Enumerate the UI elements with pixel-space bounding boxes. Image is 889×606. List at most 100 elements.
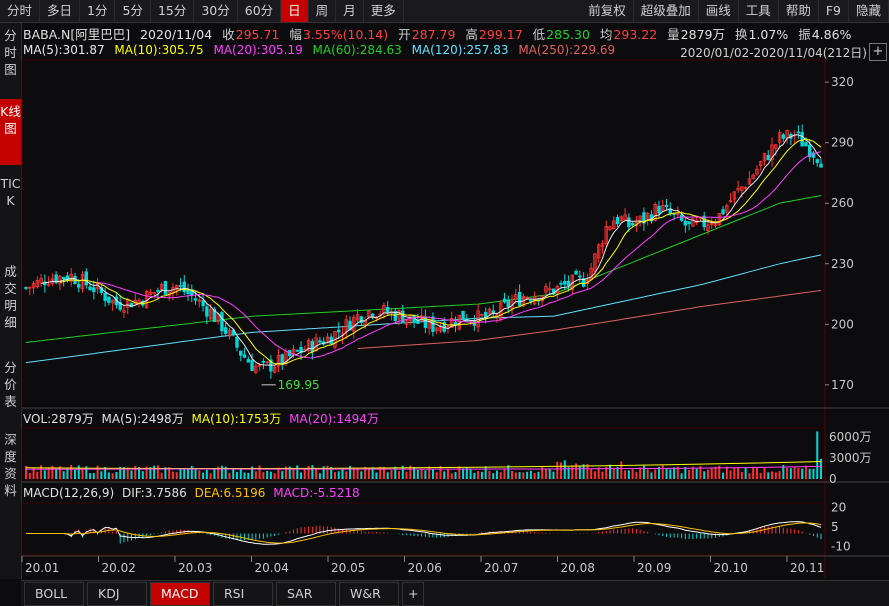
tab-boll[interactable]: BOLL: [24, 581, 84, 606]
volume-bar: [789, 468, 792, 479]
candle-body: [250, 359, 254, 372]
volume-bar: [36, 471, 39, 479]
macd-y-tick-label: 5: [831, 520, 839, 534]
candle-body: [574, 270, 578, 275]
volume-bar: [337, 471, 340, 479]
candle-body: [781, 134, 786, 139]
volume-bar: [443, 471, 446, 479]
volume-bar: [62, 471, 65, 479]
volume-bar: [609, 464, 612, 479]
volume-bar: [673, 467, 676, 479]
tab-kdj[interactable]: KDJ: [87, 581, 147, 606]
candle-body: [563, 281, 567, 285]
volume-bar: [266, 470, 269, 479]
candle-body: [193, 298, 198, 301]
candle-body: [186, 289, 190, 294]
volume-bar: [81, 468, 84, 479]
y-tick-label: 170: [831, 378, 854, 392]
candle-body: [461, 310, 465, 320]
volume-bar: [243, 472, 246, 479]
vol-y-tick-label: 6000万: [829, 430, 872, 444]
x-tick-label: 20.06: [408, 561, 442, 575]
volume-bar: [89, 473, 92, 479]
candle-body: [163, 280, 168, 295]
volume-bar: [492, 473, 495, 479]
volume-bar: [273, 473, 276, 479]
x-tick-label: 20.01: [25, 561, 59, 575]
candle-body: [205, 306, 209, 317]
candle-body: [721, 209, 725, 215]
volume-bar: [695, 468, 698, 479]
vol-ma5-label: MA(5):2498万: [101, 412, 184, 426]
volume-bar: [258, 465, 261, 479]
macd-y-tick-label: -10: [831, 540, 851, 554]
volume-bar: [771, 471, 774, 479]
candle-body: [156, 290, 160, 292]
volume-bar: [801, 468, 804, 479]
volume-bar: [778, 471, 781, 479]
macd-name-label: MACD(12,26,9): [23, 486, 115, 500]
chart-canvas[interactable]: 32029026023020017020.01 20.02 20.03 20.04 20…: [0, 0, 889, 605]
volume-bar: [665, 468, 668, 479]
volume-bar: [812, 468, 815, 479]
candle-body: [566, 280, 571, 287]
candle-body: [664, 204, 669, 207]
volume-bar: [703, 471, 706, 479]
vol-ma10-label: MA(10):1753万: [191, 412, 282, 426]
candle-body: [431, 316, 435, 333]
volume-bar: [40, 465, 43, 479]
volume-bar: [198, 470, 201, 479]
volume-bar: [175, 472, 178, 479]
y-tick-label: 200: [831, 317, 854, 331]
volume-bar: [522, 472, 525, 479]
volume-bar: [450, 473, 453, 479]
tab-sar[interactable]: SAR: [276, 581, 336, 606]
volume-bar: [548, 469, 551, 479]
volume-bar: [612, 468, 615, 479]
candle-body: [627, 217, 631, 228]
volume-bar: [420, 468, 423, 479]
volume-bar: [744, 467, 747, 479]
add-indicator-button[interactable]: +: [402, 581, 425, 606]
volume-bar: [28, 473, 31, 479]
volume-bar: [356, 468, 359, 479]
volume-bar: [725, 466, 728, 479]
volume-bar: [511, 471, 514, 479]
candle-body: [502, 298, 507, 303]
candles-layer: [24, 124, 823, 379]
volume-bar: [804, 465, 807, 479]
macd-dea-label: DEA:6.5196: [194, 486, 266, 500]
candle-body: [220, 312, 224, 332]
macd-panel-border: [21, 502, 826, 556]
candle-body: [24, 287, 28, 289]
volume-header: VOL:2879万 MA(5):2498万 MA(10):1753万 MA(20…: [23, 410, 383, 427]
candle-body: [615, 217, 620, 225]
volume-bar: [111, 473, 114, 479]
volume-bar: [578, 466, 581, 479]
tab-wr[interactable]: W&R: [339, 581, 399, 606]
candle-body: [178, 285, 183, 287]
volume-bar: [405, 471, 408, 479]
candle-body: [559, 282, 563, 285]
volume-bar: [341, 469, 344, 479]
volume-bar: [96, 465, 99, 479]
volume-bar: [597, 467, 600, 479]
y-tick-label: 230: [831, 257, 854, 271]
volume-bar: [816, 431, 819, 479]
macd-value-label: MACD:-5.5218: [273, 486, 360, 500]
y-tick-label: 290: [831, 136, 854, 150]
tab-rsi[interactable]: RSI: [213, 581, 273, 606]
volume-bar: [205, 469, 208, 479]
dif-line: [26, 521, 822, 545]
volume-bar: [729, 470, 732, 479]
volume-bar: [537, 471, 540, 479]
tab-macd[interactable]: MACD: [150, 581, 210, 606]
volume-bar: [431, 469, 434, 479]
y-tick-label: 260: [831, 196, 854, 210]
candle-body: [800, 132, 804, 147]
candle-body: [246, 359, 250, 363]
candle-body: [683, 220, 688, 226]
volume-bar: [737, 467, 740, 479]
candle-body: [679, 214, 684, 221]
volume-bar: [247, 472, 250, 479]
